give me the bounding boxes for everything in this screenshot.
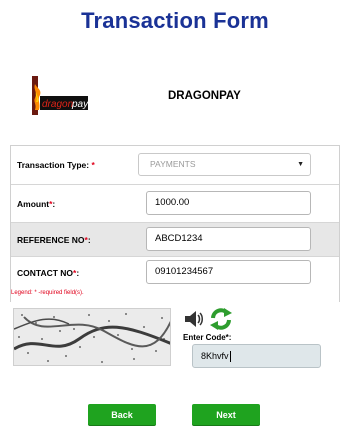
svg-text:dragon: dragon [42,99,74,110]
required-legend: Legend: * -required field(s). [11,290,84,296]
transaction-type-row: Transaction Type: * PAYMENTS ▼ [11,146,339,185]
contact-label: CONTACT NO*: [17,268,80,278]
amount-input[interactable]: 1000.00 [146,191,311,215]
dragonpay-logo: dragon pay [30,74,90,117]
page-title: Transaction Form [81,8,269,33]
svg-text:pay: pay [71,99,89,110]
transaction-form: Transaction Type: * PAYMENTS ▼ Amount*: … [10,145,340,302]
contact-row: CONTACT NO*: 09101234567 [11,257,339,290]
amount-row: Amount*: 1000.00 [11,185,339,223]
back-button[interactable]: Back [88,404,156,426]
next-button[interactable]: Next [192,404,260,426]
captcha-image [13,308,171,366]
transaction-type-select[interactable]: PAYMENTS ▼ [138,153,311,176]
reference-input[interactable]: ABCD1234 [146,227,311,251]
enter-code-label: Enter Code*: [183,333,232,342]
refresh-icon[interactable] [208,306,234,332]
dropdown-arrow-icon: ▼ [297,161,304,168]
speaker-icon[interactable] [183,310,205,328]
merchant-name: DRAGONPAY [168,90,241,102]
transaction-type-label: Transaction Type: * [17,160,95,170]
reference-row: REFERENCE NO*: ABCD1234 [11,223,339,257]
reference-label: REFERENCE NO*: [17,235,91,245]
captcha-code-input[interactable]: 8Khvfv [192,344,321,368]
amount-label: Amount*: [17,199,56,209]
contact-input[interactable]: 09101234567 [146,260,311,284]
text-cursor [229,351,231,363]
